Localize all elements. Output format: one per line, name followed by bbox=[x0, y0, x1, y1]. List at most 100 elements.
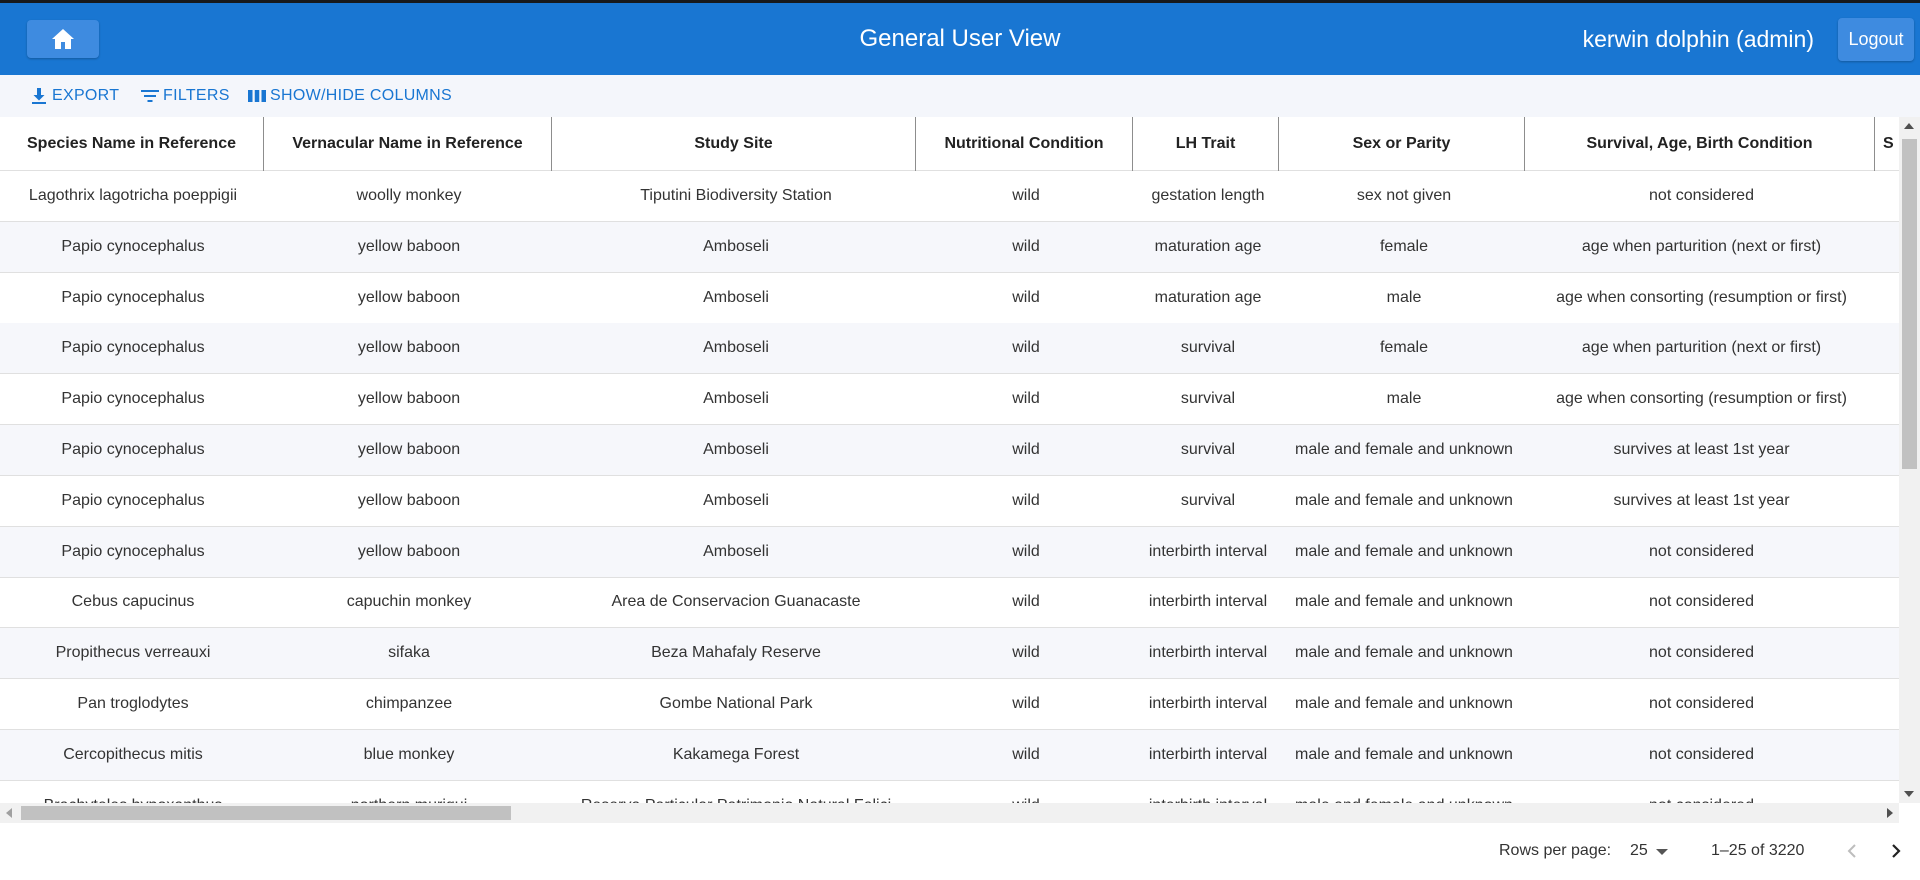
filters-label: FILTERS bbox=[163, 87, 230, 104]
show-hide-columns-button[interactable]: SHOW/HIDE COLUMNS bbox=[248, 84, 452, 108]
horizontal-scroll-thumb[interactable] bbox=[21, 806, 511, 820]
cell-nutritional-condition: wild bbox=[1012, 491, 1040, 509]
cell-study-site: Amboseli bbox=[703, 339, 769, 357]
grid-toolbar: EXPORT FILTERS SHOW/HIDE COLUMNS bbox=[0, 75, 1920, 117]
scroll-left-arrow-icon[interactable] bbox=[6, 808, 12, 818]
page-range: 1–25 of 3220 bbox=[1711, 842, 1805, 859]
cell-sex-or-parity: male and female and unknown bbox=[1295, 593, 1513, 611]
chevron-right-icon bbox=[1892, 844, 1901, 858]
cell-species-name: Pan troglodytes bbox=[77, 695, 189, 712]
cell-survival-age-birth-condition: survives at least 1st year bbox=[1613, 441, 1790, 458]
table-row[interactable]: Pan troglodytes chimpanzee Gombe National … bbox=[0, 679, 1899, 730]
table-row[interactable]: Cebus capucinus capuchin monkey Area de Co… bbox=[0, 577, 1899, 629]
table-row[interactable]: Lagothrix lagotricha poeppigii woolly mon… bbox=[0, 171, 1899, 222]
cell-nutritional-condition: wild bbox=[1012, 187, 1040, 204]
cell-study-site: Amboseli bbox=[703, 288, 769, 306]
cell-sex-or-parity: male and female and unknown bbox=[1295, 542, 1513, 560]
scroll-right-arrow-icon[interactable] bbox=[1887, 808, 1893, 818]
app-header: General User View kerwin dolphin (admin)… bbox=[0, 0, 1920, 75]
table-row[interactable]: Cercopithecus mitis blue monkey Kakamega F… bbox=[0, 729, 1899, 781]
cell-vernacular-name: yellow baboon bbox=[357, 339, 461, 357]
cell-species-name: Cercopithecus mitis bbox=[63, 745, 203, 763]
cell-study-site: Beza Mahafaly Reserve bbox=[651, 644, 821, 662]
cell-nutritional-condition: wild bbox=[1012, 695, 1040, 712]
columns-icon bbox=[248, 90, 266, 102]
previous-page-button[interactable] bbox=[1840, 839, 1864, 863]
caret-down-icon bbox=[1655, 849, 1668, 855]
cell-species-name: Papio cynocephalus bbox=[61, 441, 205, 458]
cell-survival-age-birth-condition: not considered bbox=[1649, 542, 1754, 560]
horizontal-scrollbar[interactable] bbox=[0, 803, 1899, 823]
cell-sex-or-parity: male and female and unknown bbox=[1295, 745, 1513, 763]
cell-species-name: Papio cynocephalus bbox=[61, 542, 205, 560]
cell-nutritional-condition: wild bbox=[1012, 441, 1040, 458]
table-row[interactable]: Papio cynocephalus yellow baboon Amboseli w… bbox=[0, 273, 1899, 324]
rows-per-page-label: Rows per page: bbox=[1499, 842, 1612, 859]
cell-survival-age-birth-condition: survives at least 1st year bbox=[1613, 491, 1790, 509]
cell-nutritional-condition: wild bbox=[1012, 593, 1040, 611]
export-label: EXPORT bbox=[52, 87, 120, 104]
cell-lh-trait: interbirth interval bbox=[1148, 644, 1268, 662]
table-row[interactable]: Papio cynocephalus yellow baboon Amboseli w… bbox=[0, 221, 1899, 273]
cell-survival-age-birth-condition: age when consorting (resumption or first… bbox=[1556, 288, 1847, 306]
cell-vernacular-name: yellow baboon bbox=[357, 390, 461, 408]
cell-species-name: Propithecus verreauxi bbox=[55, 644, 211, 662]
column-header-vernacular-name[interactable]: Vernacular Name in Reference bbox=[264, 117, 552, 171]
cell-nutritional-condition: wild bbox=[1012, 542, 1040, 560]
column-header-sex-or-parity[interactable]: Sex or Parity bbox=[1279, 117, 1525, 171]
cell-vernacular-name: capuchin monkey bbox=[346, 593, 472, 611]
column-header-lh-trait[interactable]: LH Trait bbox=[1133, 117, 1279, 171]
table-row[interactable]: Papio cynocephalus yellow baboon Amboseli w… bbox=[0, 476, 1899, 527]
cell-sex-or-parity: male and female and unknown bbox=[1295, 695, 1513, 712]
cell-study-site: Gombe National Park bbox=[659, 695, 813, 712]
cell-study-site: Amboseli bbox=[703, 390, 769, 408]
cell-nutritional-condition: wild bbox=[1012, 288, 1040, 306]
cell-lh-trait: interbirth interval bbox=[1148, 745, 1268, 763]
scroll-up-arrow-icon[interactable] bbox=[1904, 123, 1914, 129]
cell-sex-or-parity: female bbox=[1379, 237, 1429, 255]
table-row[interactable]: Papio cynocephalus yellow baboon Amboseli w… bbox=[0, 425, 1899, 476]
cell-survival-age-birth-condition: not considered bbox=[1649, 695, 1754, 712]
cell-survival-age-birth-condition: not considered bbox=[1649, 644, 1754, 662]
rows-per-page-select[interactable]: 25 bbox=[1630, 842, 1668, 860]
cell-vernacular-name: chimpanzee bbox=[365, 695, 453, 712]
table-row[interactable]: Papio cynocephalus yellow baboon Amboseli w… bbox=[0, 526, 1899, 578]
vertical-scrollbar[interactable] bbox=[1899, 117, 1920, 803]
cell-species-name: Papio cynocephalus bbox=[61, 288, 205, 306]
cell-vernacular-name: yellow baboon bbox=[357, 288, 461, 306]
cell-survival-age-birth-condition: not considered bbox=[1649, 745, 1754, 763]
column-header-species-name[interactable]: Species Name in Reference bbox=[0, 117, 264, 171]
cell-study-site: Amboseli bbox=[703, 542, 769, 560]
column-header-next-column[interactable]: S bbox=[1875, 117, 1899, 171]
logout-button[interactable]: Logout bbox=[1838, 18, 1914, 61]
export-button[interactable]: EXPORT bbox=[30, 84, 119, 108]
cell-nutritional-condition: wild bbox=[1012, 745, 1040, 763]
cell-sex-or-parity: male and female and unknown bbox=[1295, 491, 1513, 509]
column-header-nutritional-condition[interactable]: Nutritional Condition bbox=[916, 117, 1133, 171]
cell-study-site: Tiputini Biodiversity Station bbox=[640, 187, 832, 204]
cell-survival-age-birth-condition: not considered bbox=[1649, 187, 1754, 204]
download-icon bbox=[32, 88, 46, 104]
table-row[interactable]: Papio cynocephalus yellow baboon Amboseli w… bbox=[0, 323, 1899, 375]
cell-vernacular-name: sifaka bbox=[388, 644, 430, 662]
cell-lh-trait: survival bbox=[1180, 390, 1236, 408]
scroll-down-arrow-icon[interactable] bbox=[1904, 791, 1914, 797]
cell-sex-or-parity: sex not given bbox=[1356, 187, 1452, 204]
cell-species-name: Brachyteles hypoxanthus bbox=[0, 781, 266, 803]
column-header-study-site[interactable]: Study Site bbox=[552, 117, 916, 171]
vertical-scroll-thumb[interactable] bbox=[1902, 139, 1917, 469]
next-page-button[interactable] bbox=[1884, 839, 1908, 863]
cell-nutritional-condition: wild bbox=[920, 781, 1132, 803]
filters-button[interactable]: FILTERS bbox=[141, 84, 230, 108]
cell-study-site: Amboseli bbox=[703, 441, 769, 458]
pagination-footer: Rows per page: 25 1–25 of 3220 bbox=[0, 823, 1920, 880]
table-row[interactable]: Brachyteles hypoxanthusnorthern muriquiR… bbox=[0, 781, 1899, 803]
data-grid: Species Name in Reference Vernacular Name… bbox=[0, 117, 1899, 803]
filter-icon bbox=[141, 90, 159, 102]
column-header-survival-age-birth-condition[interactable]: Survival, Age, Birth Condition bbox=[1525, 117, 1875, 171]
cell-nutritional-condition: wild bbox=[1012, 644, 1040, 662]
cell-survival-age-birth-condition: not considered bbox=[1649, 593, 1754, 611]
table-row[interactable]: Propithecus verreauxi sifaka Beza Mahafaly… bbox=[0, 628, 1899, 680]
cell-vernacular-name: yellow baboon bbox=[357, 542, 461, 560]
table-row[interactable]: Papio cynocephalus yellow baboon Amboseli w… bbox=[0, 374, 1899, 426]
